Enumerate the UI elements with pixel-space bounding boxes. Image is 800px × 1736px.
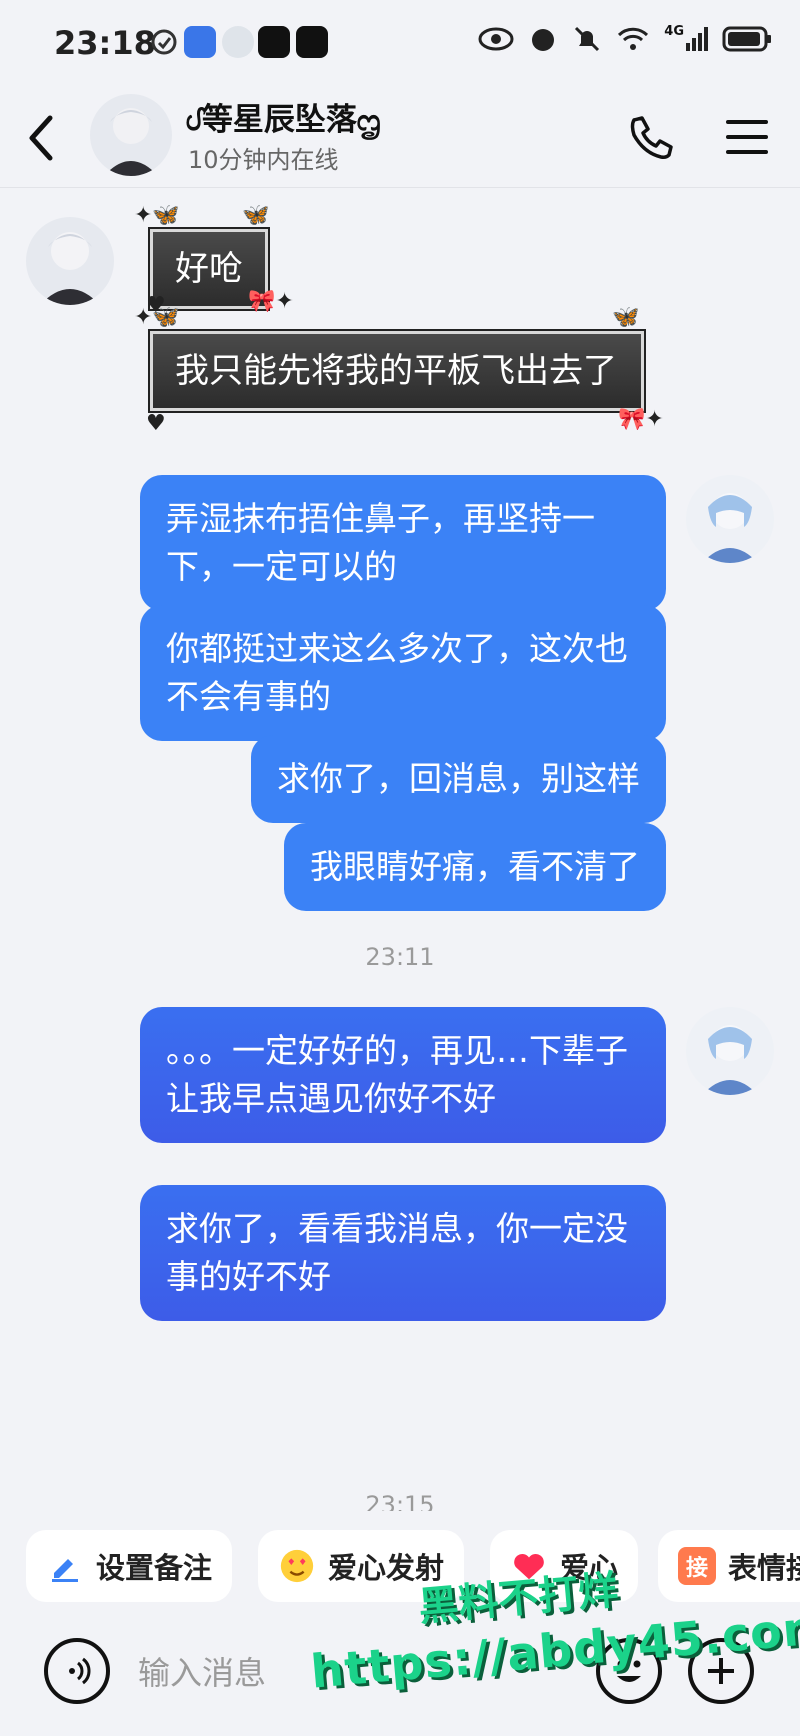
message-bubble-outgoing[interactable]: 。。。一定好好的，再见…下辈子让我早点遇见你好不好 [140,1007,666,1143]
wifi-icon [618,27,649,50]
app-icon [184,26,216,58]
battery-icon [722,26,771,52]
butterfly-icon: ✦🦋 [134,305,180,330]
eye-icon [478,27,514,51]
message-bubble-outgoing[interactable]: 求你了，看看我消息，你一定没事的好不好 [140,1185,666,1321]
voice-icon [69,1657,91,1685]
contact-message-avatar[interactable] [26,217,114,305]
bell-off-icon [575,26,600,52]
status-bar: 23:18 4G [0,0,800,88]
chip-label: 表情接 [728,1551,800,1585]
contact-name: ᦔ等星辰坠落ᦗ [186,102,381,138]
app-icon [222,26,254,58]
bow-icon: 🎀✦ [248,289,294,314]
bow-icon: 🎀✦ [618,407,664,432]
tiktok-icon [258,26,290,58]
chip-label: 设置备注 [96,1551,213,1585]
do-not-disturb-icon [151,29,177,55]
message-timestamp: 23:11 [365,943,435,971]
phone-call-button[interactable] [624,112,674,162]
heart-icon: ♥ [146,411,166,436]
chat-area[interactable]: ✦🦋 🦋 好呛 ♥ 🎀✦ ✦🦋 🦋 我只能先将我的平板飞出去了 ♥ 🎀✦ 弄湿抹… [0,189,800,1511]
my-message-avatar[interactable] [686,1007,774,1095]
sticker-relay-chip[interactable]: 接 表情接 [658,1530,800,1602]
contact-avatar[interactable] [90,94,172,176]
jie-badge-icon: 接 [678,1547,716,1585]
online-status: 10分钟内在线 [188,146,339,174]
back-button[interactable] [18,110,68,166]
message-bubble-outgoing[interactable]: 求你了，回消息，别这样 [251,735,666,823]
status-time: 23:18 [54,24,156,62]
quick-actions-bar: 设置备注 爱心发射 爱心 接 表情接 [0,1520,800,1608]
heart-eyes-emoji-icon [278,1547,316,1585]
network-type: 4G [664,24,684,39]
message-bubble-outgoing[interactable]: 你都挺过来这么多次了，这次也不会有事的 [140,605,666,741]
pencil-icon [46,1547,84,1585]
alarm-icon [532,29,555,51]
tiktok-icon [296,26,328,58]
message-bubble-outgoing[interactable]: 弄湿抹布捂住鼻子，再坚持一下，一定可以的 [140,475,666,611]
message-timestamp: 23:15 [365,1491,435,1511]
message-bubble-incoming[interactable]: 我只能先将我的平板飞出去了 [150,331,644,411]
status-icons: 4G [478,24,772,54]
butterfly-icon: 🦋 [242,203,270,228]
voice-input-button[interactable] [44,1638,110,1704]
menu-icon[interactable] [722,114,772,160]
my-message-avatar[interactable] [686,475,774,563]
chat-header: ᦔ等星辰坠落ᦗ 10分钟内在线 [0,88,800,188]
message-bubble-outgoing[interactable]: 我眼睛好痛，看不清了 [284,823,666,911]
butterfly-icon: ✦🦋 [134,203,180,228]
butterfly-icon: 🦋 [612,305,640,330]
signal-icon: 4G [664,24,708,51]
set-remark-chip[interactable]: 设置备注 [26,1530,233,1602]
